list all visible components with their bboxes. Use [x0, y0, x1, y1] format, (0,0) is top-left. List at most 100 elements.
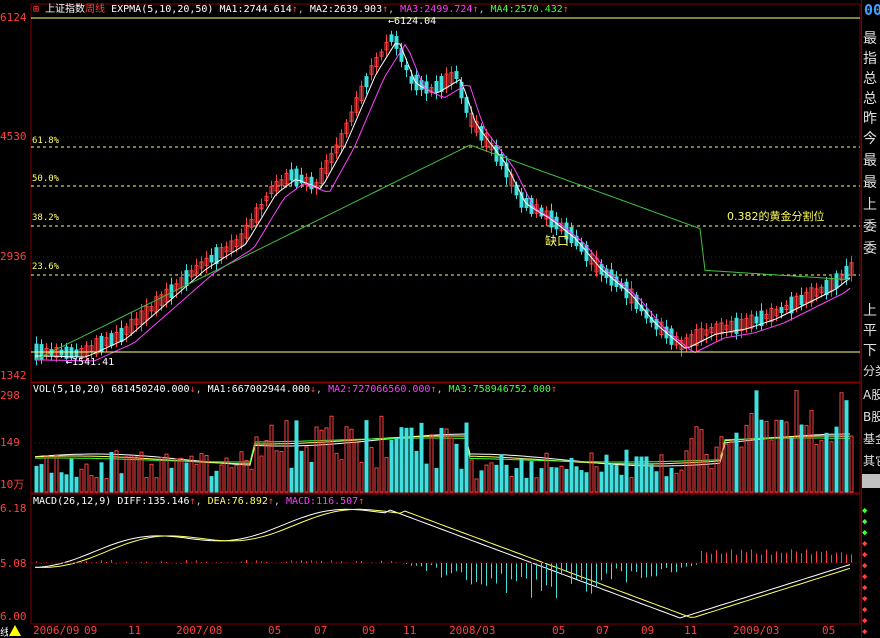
ma1-label: MA1: [219, 4, 244, 15]
volume-bar [829, 441, 834, 493]
golden-ratio-annotation: 0.382的黄金分割位 [727, 210, 825, 223]
side-item: 总 [863, 71, 877, 87]
volume-bar [194, 463, 199, 493]
side-marker-list: ◆ ◆ ◆ ◆ ◆ ◆ ◆ ◆ ◆ ◆ ◆ ◆ [862, 506, 880, 638]
volume-bar [764, 420, 769, 493]
volume-bar [734, 432, 739, 493]
volume-bar [204, 455, 209, 493]
candle-body [209, 254, 214, 263]
side-item[interactable]: A股 [863, 386, 880, 404]
volume-bar [539, 468, 544, 493]
volume-bar [219, 464, 224, 493]
side-item: 上 [863, 303, 877, 319]
diamond-icon: ◆ [862, 506, 868, 516]
side-title: 00 [864, 1, 880, 19]
candle-body [434, 80, 439, 94]
diamond-icon: ◆ [862, 616, 868, 626]
candle-body [779, 306, 784, 314]
volume-bar [569, 457, 574, 493]
volume-bar [379, 415, 384, 493]
volume-bar [474, 478, 479, 493]
volume-bar [589, 452, 594, 493]
volume-bar [729, 441, 734, 493]
volume-bar [149, 463, 154, 493]
candle-body [454, 71, 459, 79]
volume-bar [269, 424, 274, 493]
volume-bar [214, 470, 219, 493]
diamond-icon: ◆ [862, 550, 868, 560]
volume-bar [259, 455, 264, 493]
macd-axis-top: 6.18 [0, 502, 27, 515]
volume-bar [249, 468, 254, 493]
x-label: 2009/03 [733, 624, 780, 637]
candle-body [424, 81, 429, 94]
volume-bar [109, 452, 114, 493]
volume-bar [199, 452, 204, 493]
x-label: 09 [362, 624, 376, 637]
diff-label: DIFF: [117, 496, 148, 507]
volume-bar [344, 426, 349, 493]
volume-bar [59, 472, 64, 493]
volume-bar [464, 422, 469, 493]
period-label[interactable]: 周线 [85, 4, 105, 15]
candle-body [74, 349, 79, 357]
volume-bar [154, 477, 159, 493]
volume-bar [289, 467, 294, 493]
indicator-name[interactable]: EXPMA(5,10,20,50) [111, 4, 213, 15]
dea-label: DEA: [207, 496, 232, 507]
volume-bar [424, 463, 429, 493]
candle-body [439, 76, 444, 92]
volume-bar [324, 427, 329, 493]
volume-bar [839, 392, 844, 493]
volume-bar [834, 426, 839, 493]
x-label: 11 [403, 624, 417, 637]
vol-ma1-label: MA1: [207, 384, 232, 395]
volume-bar [64, 474, 69, 493]
volume-bar [284, 420, 289, 493]
volume-bar [319, 429, 324, 493]
volume-bar [599, 471, 604, 493]
vol-ma2-label: MA2: [328, 384, 353, 395]
side-item[interactable]: 其它 [863, 452, 880, 470]
candle-body [309, 176, 314, 190]
macd-label[interactable]: MACD(26,12,9) [33, 496, 111, 507]
volume-bar [159, 457, 164, 493]
side-item: 分类 [863, 364, 880, 378]
candle-body [799, 294, 804, 306]
volume-bar [264, 440, 269, 493]
volume-bar [209, 476, 214, 493]
volume-bar [714, 446, 719, 493]
side-item: 平 [863, 323, 877, 339]
volume-bar [644, 456, 649, 493]
volume-bar [299, 450, 304, 493]
expand-icon[interactable]: ⊞ [33, 4, 39, 15]
side-item: 最 [863, 31, 877, 47]
candlesticks [34, 30, 854, 366]
volume-bar [524, 477, 529, 493]
volume-bar [499, 454, 504, 493]
triangle-marker-icon[interactable] [9, 625, 21, 636]
diamond-icon: ◆ [862, 572, 868, 582]
kline-chart[interactable] [0, 0, 880, 638]
diamond-icon: ◆ [862, 528, 868, 538]
candle-body [119, 327, 124, 343]
side-scroll-button[interactable] [862, 474, 880, 488]
volume-bar [459, 468, 464, 493]
side-item[interactable]: 基金 [863, 430, 880, 448]
x-label: 2008/03 [449, 624, 496, 637]
candle-body [389, 34, 394, 42]
volume-bar [484, 464, 489, 493]
volume-bar [789, 437, 794, 493]
volume-bar [779, 419, 784, 493]
x-label: 2007/08 [176, 624, 223, 637]
volume-bar [584, 472, 589, 493]
diamond-icon: ◆ [862, 561, 868, 571]
volume-bar [329, 415, 334, 493]
side-item[interactable]: B股 [863, 408, 880, 426]
bottom-tab[interactable]: 线 [0, 624, 8, 638]
volume-bar [234, 464, 239, 493]
volume-bar [144, 477, 149, 493]
vol-label[interactable]: VOL(5,10,20) [33, 384, 105, 395]
volume-bar [674, 472, 679, 493]
side-item: 指 [863, 51, 877, 67]
